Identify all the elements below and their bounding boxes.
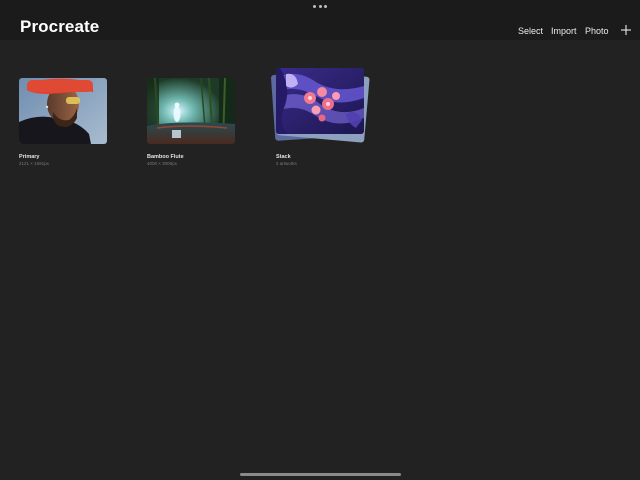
artwork-dimensions: 4000 × 3000px <box>147 161 177 166</box>
floral-thumbnail <box>276 68 364 134</box>
artwork-title: Bamboo Flute <box>147 154 184 160</box>
app-title: Procreate <box>20 17 100 36</box>
forest-thumbnail <box>147 78 235 144</box>
stack-thumbnail[interactable] <box>276 68 364 134</box>
stack-count: 2 artworks <box>276 161 297 166</box>
photo-button[interactable]: Photo <box>585 25 609 37</box>
dot <box>324 4 327 8</box>
dot <box>313 4 316 8</box>
artwork-dimensions: 2121 × 1591px <box>19 161 49 166</box>
procreate-gallery-screen: Procreate Select Import Photo Primary 21… <box>0 0 640 480</box>
more-dots-icon[interactable] <box>313 4 327 8</box>
import-button[interactable]: Import <box>551 25 577 37</box>
portrait-thumbnail <box>19 78 107 144</box>
stack-title: Stack <box>276 154 291 160</box>
plus-icon <box>621 25 631 35</box>
artwork-thumbnail-primary[interactable] <box>19 78 107 144</box>
select-button[interactable]: Select <box>518 25 543 37</box>
artwork-title: Primary <box>19 154 40 160</box>
artwork-thumbnail-bamboo-flute[interactable] <box>147 78 235 144</box>
dot <box>318 4 322 8</box>
new-canvas-button[interactable] <box>620 24 632 36</box>
home-indicator[interactable] <box>240 473 401 476</box>
